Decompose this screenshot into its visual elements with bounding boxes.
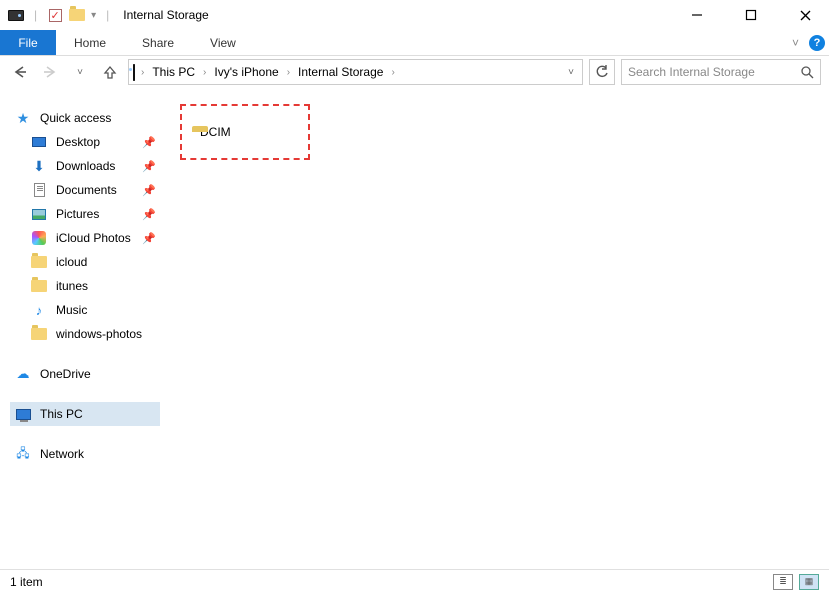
sidebar-item-windows-photos[interactable]: windows-photos	[26, 322, 160, 346]
pin-icon: 📌	[142, 136, 156, 149]
desktop-icon	[30, 137, 48, 147]
pc-icon	[133, 65, 135, 80]
qat-dropdown-icon[interactable]: ▾	[91, 10, 96, 21]
sidebar-item-label: This PC	[40, 407, 83, 421]
ribbon-menu: File Home Share View ˅ ?	[0, 30, 829, 56]
sidebar-item-label: Downloads	[56, 159, 115, 173]
sidebar-item-label: Quick access	[40, 111, 111, 125]
address-dropdown-icon[interactable]: ˅	[564, 67, 578, 78]
title-bar: | ✓ ▾ | Internal Storage	[0, 0, 829, 30]
sidebar-item-label: icloud	[56, 255, 87, 269]
sidebar-network[interactable]: 🖧 Network	[10, 442, 160, 466]
tab-view[interactable]: View	[192, 30, 254, 55]
minimize-button[interactable]	[681, 3, 713, 27]
sidebar-item-downloads[interactable]: ⬇ Downloads 📌	[26, 154, 160, 178]
window-title: Internal Storage	[123, 8, 681, 22]
document-icon	[30, 183, 48, 197]
help-button[interactable]: ?	[805, 30, 829, 55]
sidebar-item-icloud-photos[interactable]: iCloud Photos 📌	[26, 226, 160, 250]
navigation-bar: ˅ › This PC › Ivy's iPhone › Internal St…	[0, 56, 829, 88]
up-button[interactable]	[98, 60, 122, 84]
sidebar-item-label: Documents	[56, 183, 117, 197]
pin-icon: 📌	[142, 208, 156, 221]
view-large-icons-button[interactable]: ▦	[799, 574, 819, 590]
ribbon-expand-icon[interactable]: ˅	[792, 30, 799, 55]
sidebar-item-label: Network	[40, 447, 84, 461]
back-button[interactable]	[8, 60, 32, 84]
search-icon	[800, 65, 814, 79]
music-icon: ♪	[30, 303, 48, 318]
picture-icon	[30, 209, 48, 220]
separator: |	[34, 8, 37, 22]
forward-button[interactable]	[38, 60, 62, 84]
sidebar-item-label: iCloud Photos	[56, 231, 131, 245]
sidebar-this-pc[interactable]: This PC	[10, 402, 160, 426]
tab-share[interactable]: Share	[124, 30, 192, 55]
chevron-right-icon[interactable]: ›	[139, 67, 146, 78]
sidebar-item-label: Desktop	[56, 135, 100, 149]
content-pane[interactable]: DCIM	[164, 88, 829, 569]
pc-icon	[14, 409, 32, 420]
search-placeholder: Search Internal Storage	[628, 65, 755, 79]
sidebar-quick-access[interactable]: ★ Quick access	[10, 106, 160, 130]
pin-icon: 📌	[142, 184, 156, 197]
chevron-right-icon[interactable]: ›	[285, 67, 292, 78]
sidebar-item-label: Pictures	[56, 207, 99, 221]
sidebar-item-icloud[interactable]: icloud	[26, 250, 160, 274]
refresh-button[interactable]	[589, 59, 615, 85]
folder-icon	[30, 280, 48, 292]
folder-dcim[interactable]: DCIM	[180, 104, 310, 160]
network-icon: 🖧	[14, 444, 32, 465]
download-icon: ⬇	[30, 158, 48, 175]
sidebar-onedrive[interactable]: ☁ OneDrive	[10, 362, 160, 386]
separator: |	[106, 8, 109, 22]
sidebar-item-itunes[interactable]: itunes	[26, 274, 160, 298]
star-icon: ★	[14, 110, 32, 127]
pin-icon: 📌	[142, 232, 156, 245]
folder-icon	[69, 7, 85, 23]
folder-icon	[30, 328, 48, 340]
breadcrumb-internal-storage[interactable]: Internal Storage	[294, 65, 387, 79]
file-tab[interactable]: File	[0, 30, 56, 55]
view-details-button[interactable]: ≣	[773, 574, 793, 590]
breadcrumb-iphone[interactable]: Ivy's iPhone	[210, 65, 282, 79]
sidebar-item-label: itunes	[56, 279, 88, 293]
sidebar-item-label: Music	[56, 303, 87, 317]
sidebar-item-music[interactable]: ♪ Music	[26, 298, 160, 322]
breadcrumb-this-pc[interactable]: This PC	[148, 65, 199, 79]
tab-home[interactable]: Home	[56, 30, 124, 55]
sidebar-item-desktop[interactable]: Desktop 📌	[26, 130, 160, 154]
sidebar-item-label: windows-photos	[56, 327, 142, 341]
status-item-count: 1 item	[10, 575, 43, 589]
folder-icon	[30, 256, 48, 268]
main-area: ★ Quick access Desktop 📌 ⬇ Downloads 📌 D…	[0, 88, 829, 569]
sidebar-item-label: OneDrive	[40, 367, 91, 381]
navigation-pane: ★ Quick access Desktop 📌 ⬇ Downloads 📌 D…	[0, 88, 164, 569]
quick-access-toolbar: | ✓ ▾ |	[8, 7, 113, 23]
address-bar[interactable]: › This PC › Ivy's iPhone › Internal Stor…	[128, 59, 583, 85]
sidebar-item-documents[interactable]: Documents 📌	[26, 178, 160, 202]
chevron-right-icon[interactable]: ›	[389, 67, 396, 78]
chevron-right-icon[interactable]: ›	[201, 67, 208, 78]
status-bar: 1 item ≣ ▦	[0, 569, 829, 593]
pin-icon: 📌	[142, 160, 156, 173]
search-box[interactable]: Search Internal Storage	[621, 59, 821, 85]
icloud-photos-icon	[30, 231, 48, 245]
device-icon	[8, 7, 24, 23]
sidebar-item-pictures[interactable]: Pictures 📌	[26, 202, 160, 226]
maximize-button[interactable]	[735, 3, 767, 27]
recent-locations-icon[interactable]: ˅	[68, 60, 92, 84]
close-button[interactable]	[789, 3, 821, 27]
properties-check-icon[interactable]: ✓	[47, 7, 63, 23]
cloud-icon: ☁	[14, 366, 32, 382]
